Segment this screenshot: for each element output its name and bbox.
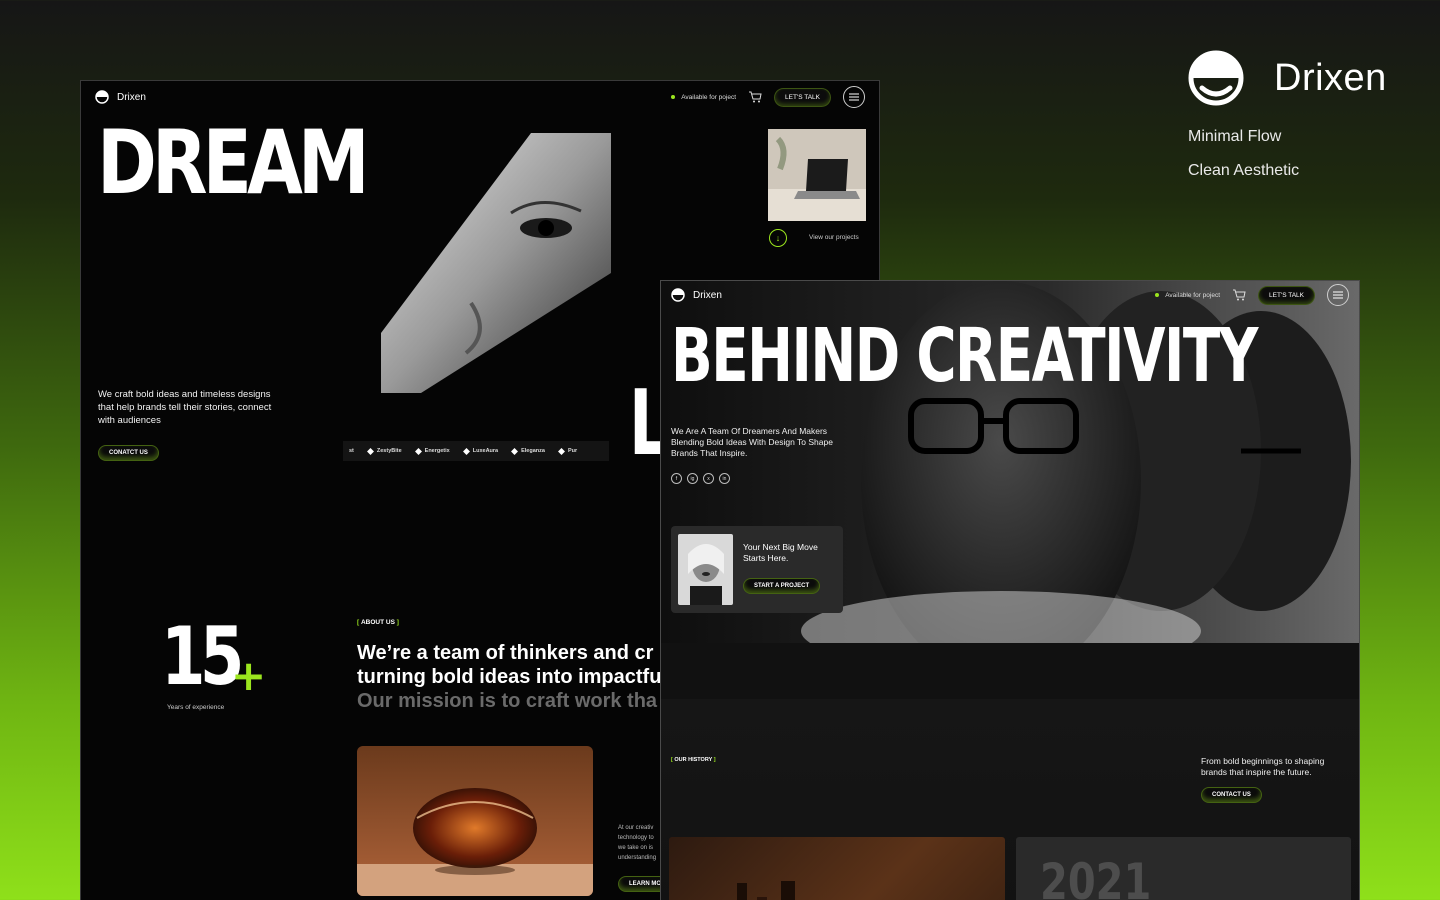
- menu-button[interactable]: [843, 86, 865, 108]
- timeline-year: 2021: [1040, 853, 1152, 900]
- stat-value: 15: [161, 610, 244, 703]
- partner-logo: Energetix: [414, 447, 450, 455]
- nav-logo[interactable]: Drixen: [671, 288, 722, 302]
- partner-logo-strip: st ZestyBite Energetix LuxeAura Eleganza…: [343, 441, 609, 461]
- hero-headline: DREAM: [97, 111, 370, 214]
- history-copy: From bold beginnings to shaping brands t…: [1201, 756, 1325, 777]
- lets-talk-button[interactable]: LET'S TALK: [1258, 285, 1315, 305]
- drixen-logo-icon: [1188, 50, 1244, 106]
- availability-status: Available for poject: [1155, 292, 1220, 299]
- brand-name: Drixen: [1274, 56, 1387, 99]
- about-tag: [ ABOUT US ]: [357, 619, 399, 626]
- availability-text: Available for poject: [681, 93, 737, 101]
- instagram-icon[interactable]: ig: [687, 473, 698, 484]
- tagline-clean: Clean Aesthetic: [1188, 162, 1300, 179]
- logo-icon: [95, 90, 109, 104]
- lets-talk-button[interactable]: LET'S TALK: [774, 87, 831, 107]
- arrow-down-icon: ↓: [775, 233, 781, 243]
- brand-block: Drixen Minimal Flow Clean Aesthetic: [1188, 48, 1418, 180]
- history-image: [669, 837, 1005, 900]
- scroll-down-button[interactable]: ↓: [769, 229, 787, 247]
- section-divider: [661, 643, 1359, 699]
- history-section: [ OUR HISTORY ] From bold beginnings to …: [661, 699, 1359, 900]
- top-nav: Drixen Available for poject LET'S TALK: [81, 86, 879, 108]
- linkedin-icon[interactable]: in: [719, 473, 730, 484]
- logo-icon: [671, 288, 685, 302]
- partner-logo: Pur: [557, 447, 577, 455]
- partner-logo: Eleganza: [511, 447, 545, 455]
- nav-logo-text: Drixen: [693, 289, 722, 301]
- menu-icon: [849, 93, 859, 101]
- project-thumbnail[interactable]: [768, 129, 866, 221]
- next-move-card: Your Next Big Move Starts Here. START A …: [671, 526, 843, 613]
- social-links: f ig x in: [671, 473, 730, 484]
- hero-headline: BEHIND CREATIVITY: [671, 313, 1258, 399]
- menu-icon: [1333, 291, 1343, 299]
- nav-logo[interactable]: Drixen: [95, 90, 146, 104]
- hero-copy: We craft bold ideas and timeless designs…: [98, 389, 272, 426]
- cart-icon[interactable]: [1232, 289, 1246, 301]
- stat-suffix: +: [231, 651, 267, 700]
- availability-status: Available for poject: [671, 94, 736, 101]
- facebook-icon[interactable]: f: [671, 473, 682, 484]
- menu-button[interactable]: [1327, 284, 1349, 306]
- tagline-minimal: Minimal Flow: [1188, 128, 1282, 145]
- partner-partial: st: [349, 448, 354, 454]
- stat-label: Years of experience: [167, 704, 225, 711]
- view-projects-link[interactable]: View our projects: [809, 234, 859, 241]
- top-nav: Drixen Available for poject LET'S TALK: [661, 284, 1359, 306]
- portrait-thumbnail: [678, 534, 733, 605]
- status-dot: [671, 95, 676, 99]
- cart-icon[interactable]: [748, 91, 762, 103]
- nav-logo-text: Drixen: [117, 91, 146, 103]
- partner-logo: LuxeAura: [462, 447, 498, 455]
- partner-logo: ZestyBite: [366, 447, 402, 455]
- contact-button[interactable]: CONATCT US: [98, 445, 159, 461]
- hero-portrait-image: [381, 133, 621, 393]
- timeline-year-card: 2021: [1016, 837, 1351, 900]
- mockup-about: Drixen Available for poject LET'S TALK B…: [660, 280, 1360, 900]
- contact-button[interactable]: CONTACT US: [1201, 787, 1262, 803]
- status-dot: [1155, 293, 1160, 297]
- availability-text: Available for poject: [1165, 291, 1221, 299]
- history-tag: [ OUR HISTORY ]: [671, 757, 716, 763]
- start-project-button[interactable]: START A PROJECT: [743, 578, 821, 594]
- next-move-title: Your Next Big Move Starts Here.: [743, 542, 818, 563]
- x-icon[interactable]: x: [703, 473, 714, 484]
- hero-copy: We Are A Team Of Dreamers And Makers Ble…: [671, 426, 833, 458]
- about-image: [357, 746, 593, 896]
